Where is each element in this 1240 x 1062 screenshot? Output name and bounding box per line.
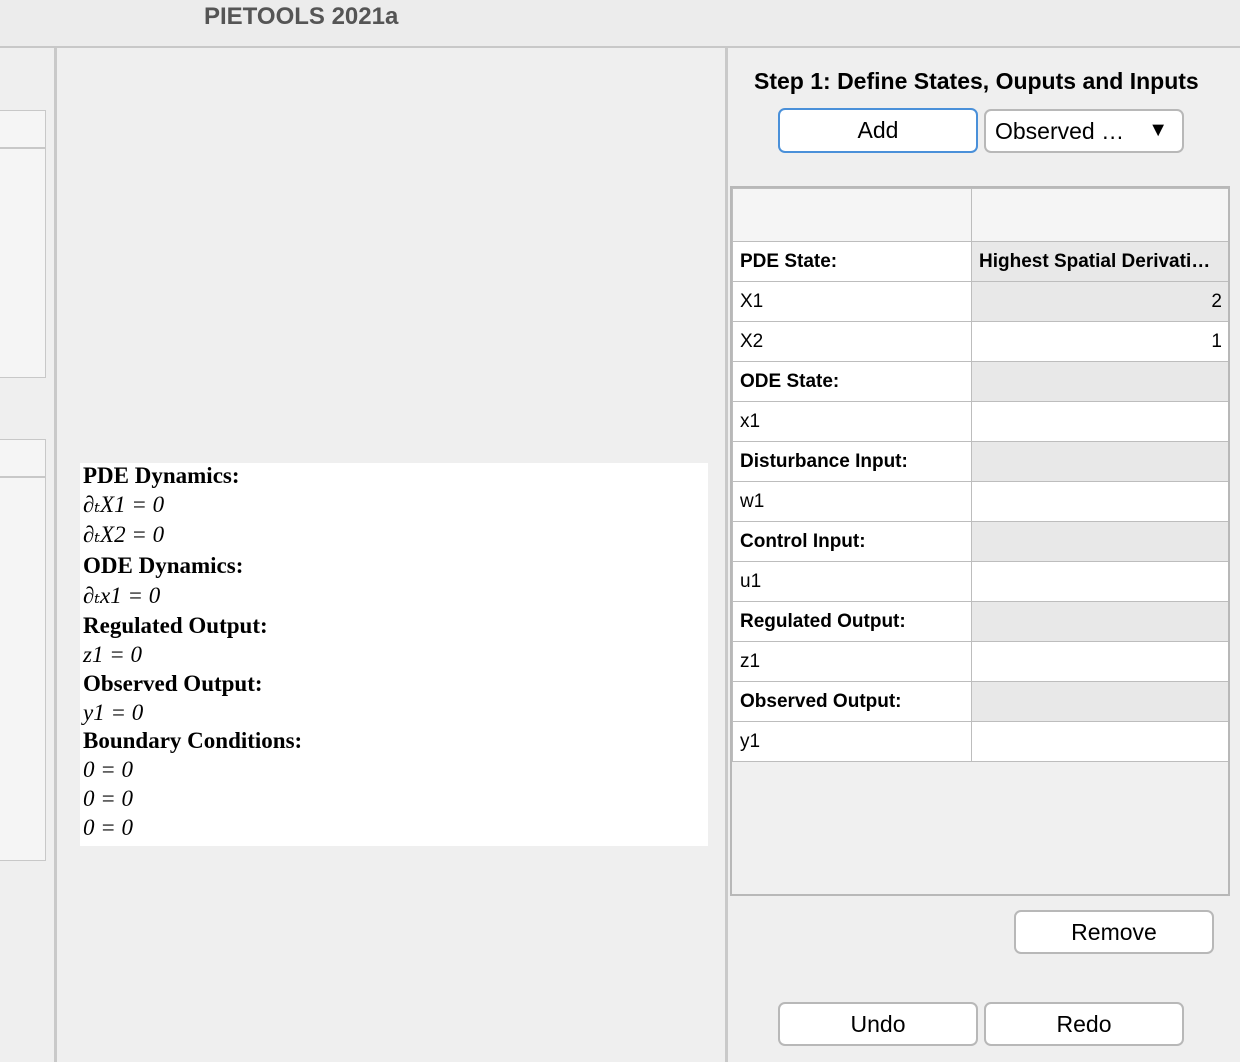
table-row[interactable]: u1 — [732, 561, 1228, 602]
table-cell-derivative[interactable] — [971, 601, 1228, 642]
table-cell-name[interactable]: x1 — [732, 401, 972, 442]
table-cell-name[interactable]: w1 — [732, 481, 972, 522]
preview-equation: 0 = 0 — [83, 757, 134, 782]
table-cell-name[interactable]: z1 — [732, 641, 972, 682]
table-group-row[interactable]: PDE State: Highest Spatial Derivati… — [732, 241, 1228, 282]
left-panel-field[interactable] — [0, 110, 46, 148]
table-row[interactable]: y1 — [732, 721, 1228, 762]
table-cell-derivative[interactable] — [971, 521, 1228, 562]
table-row[interactable]: z1 — [732, 641, 1228, 682]
table-header-row — [732, 188, 1228, 242]
preview-equation: 0 = 0 — [83, 815, 134, 840]
table-group-row[interactable]: ODE State: — [732, 361, 1228, 402]
redo-button[interactable]: Redo — [984, 1002, 1184, 1046]
system-preview: PDE Dynamics: ∂ₜX1 = 0 ∂ₜX2 = 0 ODE Dynamic… — [80, 463, 708, 846]
step1-panel: Step 1: Define States, Ouputs and Inputs… — [728, 48, 1240, 1062]
preview-equation: ∂ₜX1 = 0 — [83, 492, 165, 517]
table-cell-derivative[interactable] — [971, 561, 1228, 602]
table-header-cell — [971, 188, 1228, 242]
table-cell-name[interactable]: X1 — [732, 281, 972, 322]
title-bar: PIETOOLS 2021a — [0, 0, 1240, 48]
preview-heading: Boundary Conditions: — [83, 728, 303, 753]
table-cell-name[interactable]: ODE State: — [732, 361, 972, 402]
left-panel-field[interactable] — [0, 439, 46, 477]
center-panel: PDE Dynamics: ∂ₜX1 = 0 ∂ₜX2 = 0 ODE Dynamic… — [57, 48, 728, 1062]
table-cell-name[interactable]: y1 — [732, 721, 972, 762]
left-panel-list[interactable] — [0, 477, 46, 861]
table-group-row[interactable]: Observed Output: — [732, 681, 1228, 722]
table-group-row[interactable]: Regulated Output: — [732, 601, 1228, 642]
undo-button[interactable]: Undo — [778, 1002, 978, 1046]
table-group-row[interactable]: Control Input: — [732, 521, 1228, 562]
table-column-header[interactable]: Highest Spatial Derivati… — [971, 241, 1228, 282]
table-cell-derivative[interactable] — [971, 441, 1228, 482]
dropdown-selected-value: Observed … — [995, 118, 1125, 144]
table-group-row[interactable]: Disturbance Input: — [732, 441, 1228, 482]
table-cell-name[interactable]: u1 — [732, 561, 972, 602]
table-cell-name[interactable]: X2 — [732, 321, 972, 362]
table-cell-derivative[interactable] — [971, 401, 1228, 442]
table-cell-name[interactable]: Regulated Output: — [732, 601, 972, 642]
preview-equation: ∂ₜx1 = 0 — [83, 583, 161, 608]
table-cell-derivative[interactable]: 1 — [971, 321, 1228, 362]
preview-equation: z1 = 0 — [83, 642, 142, 667]
add-button[interactable]: Add — [778, 108, 978, 153]
table-cell-derivative[interactable] — [971, 721, 1228, 762]
table-row[interactable]: x1 — [732, 401, 1228, 442]
preview-equation: 0 = 0 — [83, 786, 134, 811]
table-row[interactable]: X1 2 — [732, 281, 1228, 322]
table-cell-derivative[interactable] — [971, 641, 1228, 682]
left-panel-list[interactable] — [0, 148, 46, 378]
variables-table[interactable]: PDE State: Highest Spatial Derivati… X1 2 X2… — [730, 186, 1230, 896]
table-row[interactable]: w1 — [732, 481, 1228, 522]
preview-heading: Observed Output: — [83, 671, 263, 696]
table-cell-name[interactable]: Observed Output: — [732, 681, 972, 722]
left-panel — [0, 48, 57, 1062]
preview-heading: Regulated Output: — [83, 613, 268, 638]
table-cell-derivative[interactable] — [971, 681, 1228, 722]
table-cell-derivative[interactable]: 2 — [971, 281, 1228, 322]
remove-button[interactable]: Remove — [1014, 910, 1214, 954]
table-cell-derivative[interactable] — [971, 481, 1228, 522]
preview-heading: ODE Dynamics: — [83, 553, 244, 578]
table-cell-name[interactable]: PDE State: — [732, 241, 972, 282]
table-cell-derivative[interactable] — [971, 361, 1228, 402]
table-row[interactable]: X2 1 — [732, 321, 1228, 362]
table-header-cell — [732, 188, 972, 242]
table-cell-name[interactable]: Disturbance Input: — [732, 441, 972, 482]
preview-heading: PDE Dynamics: — [83, 463, 240, 488]
window-title: PIETOOLS 2021a — [204, 3, 399, 30]
variable-type-dropdown[interactable]: Observed … ▼ — [984, 109, 1184, 153]
chevron-down-icon: ▼ — [1148, 119, 1168, 141]
step1-title: Step 1: Define States, Ouputs and Inputs — [754, 68, 1199, 94]
preview-equation: ∂ₜX2 = 0 — [83, 522, 165, 547]
preview-equation: y1 = 0 — [83, 700, 144, 725]
table-cell-name[interactable]: Control Input: — [732, 521, 972, 562]
